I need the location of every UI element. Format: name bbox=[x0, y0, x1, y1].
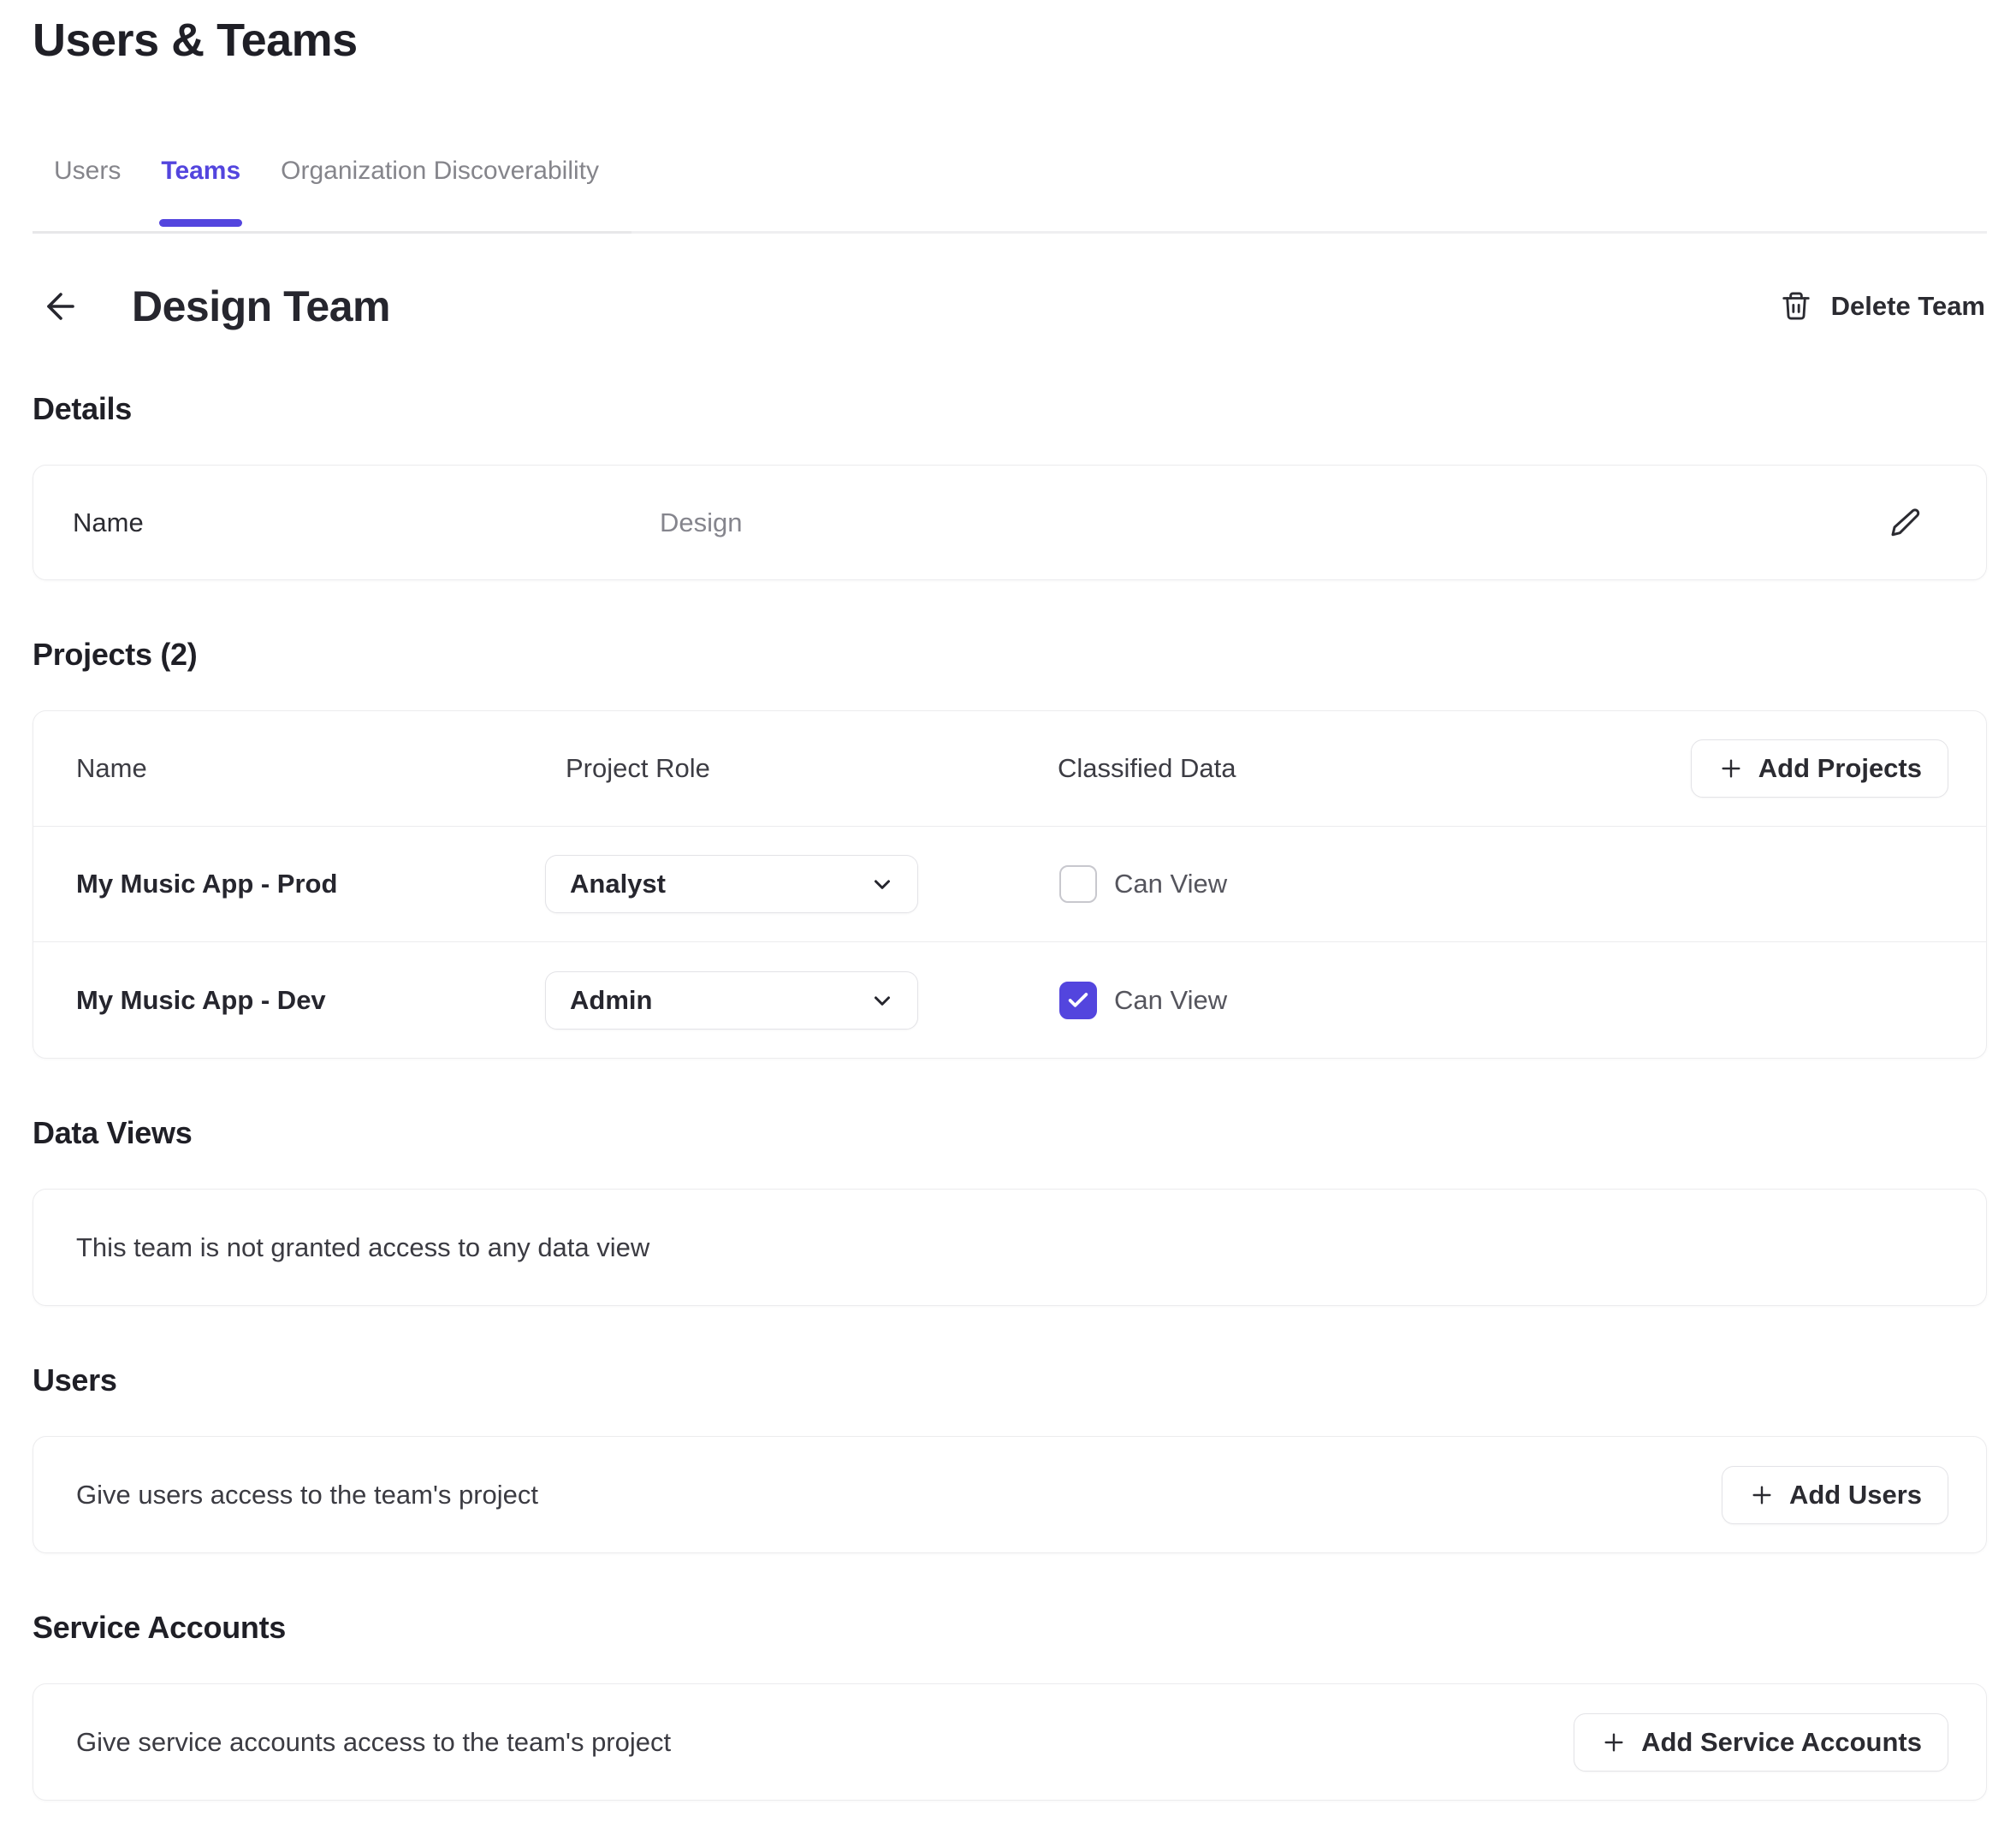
can-view-checkbox[interactable] bbox=[1059, 865, 1097, 903]
users-heading: Users bbox=[33, 1362, 1987, 1398]
add-service-accounts-button[interactable]: Add Service Accounts bbox=[1574, 1713, 1948, 1772]
details-card: Name Design bbox=[33, 465, 1987, 580]
pencil-icon bbox=[1889, 506, 1923, 540]
can-view-label: Can View bbox=[1114, 985, 1227, 1016]
plus-icon bbox=[1600, 1729, 1628, 1756]
projects-heading: Projects (2) bbox=[33, 637, 1987, 673]
service-accounts-empty-text: Give service accounts access to the team… bbox=[76, 1727, 671, 1758]
name-label: Name bbox=[73, 507, 660, 538]
team-header: Design Team Delete Team bbox=[33, 278, 1987, 335]
users-teams-page: Users & Teams Users Teams Organization D… bbox=[0, 14, 2016, 1801]
users-card: Give users access to the team's project … bbox=[33, 1436, 1987, 1553]
project-role-value: Admin bbox=[570, 985, 652, 1016]
arrow-left-icon bbox=[40, 286, 81, 327]
project-row-dev: My Music App - Dev Admin Can View bbox=[33, 942, 1986, 1058]
add-service-accounts-label: Add Service Accounts bbox=[1641, 1727, 1922, 1758]
projects-table: Name Project Role Classified Data Add Pr… bbox=[33, 710, 1987, 1059]
trash-icon bbox=[1780, 290, 1812, 323]
data-views-empty-text: This team is not granted access to any d… bbox=[76, 1232, 649, 1263]
data-views-heading: Data Views bbox=[33, 1115, 1987, 1151]
project-row-prod: My Music App - Prod Analyst Can View bbox=[33, 827, 1986, 942]
data-views-card: This team is not granted access to any d… bbox=[33, 1189, 1987, 1306]
details-heading: Details bbox=[33, 391, 1987, 427]
back-button[interactable] bbox=[39, 285, 82, 328]
column-header-project-role: Project Role bbox=[566, 753, 1058, 784]
projects-table-header-row: Name Project Role Classified Data Add Pr… bbox=[33, 711, 1986, 827]
service-accounts-card: Give service accounts access to the team… bbox=[33, 1683, 1987, 1801]
name-value: Design bbox=[660, 507, 743, 538]
add-projects-label: Add Projects bbox=[1758, 753, 1922, 784]
add-projects-button[interactable]: Add Projects bbox=[1691, 739, 1948, 798]
delete-team-label: Delete Team bbox=[1831, 291, 1985, 322]
tab-organization-discoverability[interactable]: Organization Discoverability bbox=[281, 156, 599, 231]
can-view-checkbox[interactable] bbox=[1059, 982, 1097, 1019]
can-view-label: Can View bbox=[1114, 869, 1227, 899]
delete-team-button[interactable]: Delete Team bbox=[1780, 290, 1987, 323]
users-empty-text: Give users access to the team's project bbox=[76, 1480, 538, 1510]
plus-icon bbox=[1748, 1481, 1776, 1509]
team-title: Design Team bbox=[132, 282, 390, 331]
plus-icon bbox=[1717, 755, 1745, 782]
tab-teams[interactable]: Teams bbox=[161, 156, 240, 231]
tab-bar: Users Teams Organization Discoverability bbox=[33, 156, 1987, 234]
project-name: My Music App - Prod bbox=[76, 869, 566, 899]
add-users-label: Add Users bbox=[1789, 1480, 1922, 1510]
check-icon bbox=[1066, 988, 1090, 1012]
add-users-button[interactable]: Add Users bbox=[1722, 1466, 1948, 1524]
column-header-name: Name bbox=[76, 753, 566, 784]
project-role-value: Analyst bbox=[570, 869, 666, 899]
chevron-down-icon bbox=[869, 871, 895, 897]
service-accounts-heading: Service Accounts bbox=[33, 1610, 1987, 1646]
edit-name-button[interactable] bbox=[1887, 504, 1924, 542]
project-role-select[interactable]: Analyst bbox=[545, 855, 918, 913]
tab-users[interactable]: Users bbox=[54, 156, 121, 231]
project-role-select[interactable]: Admin bbox=[545, 971, 918, 1030]
project-name: My Music App - Dev bbox=[76, 985, 566, 1016]
column-header-classified-data: Classified Data bbox=[1058, 753, 1691, 784]
chevron-down-icon bbox=[869, 988, 895, 1013]
page-title: Users & Teams bbox=[33, 14, 1987, 67]
